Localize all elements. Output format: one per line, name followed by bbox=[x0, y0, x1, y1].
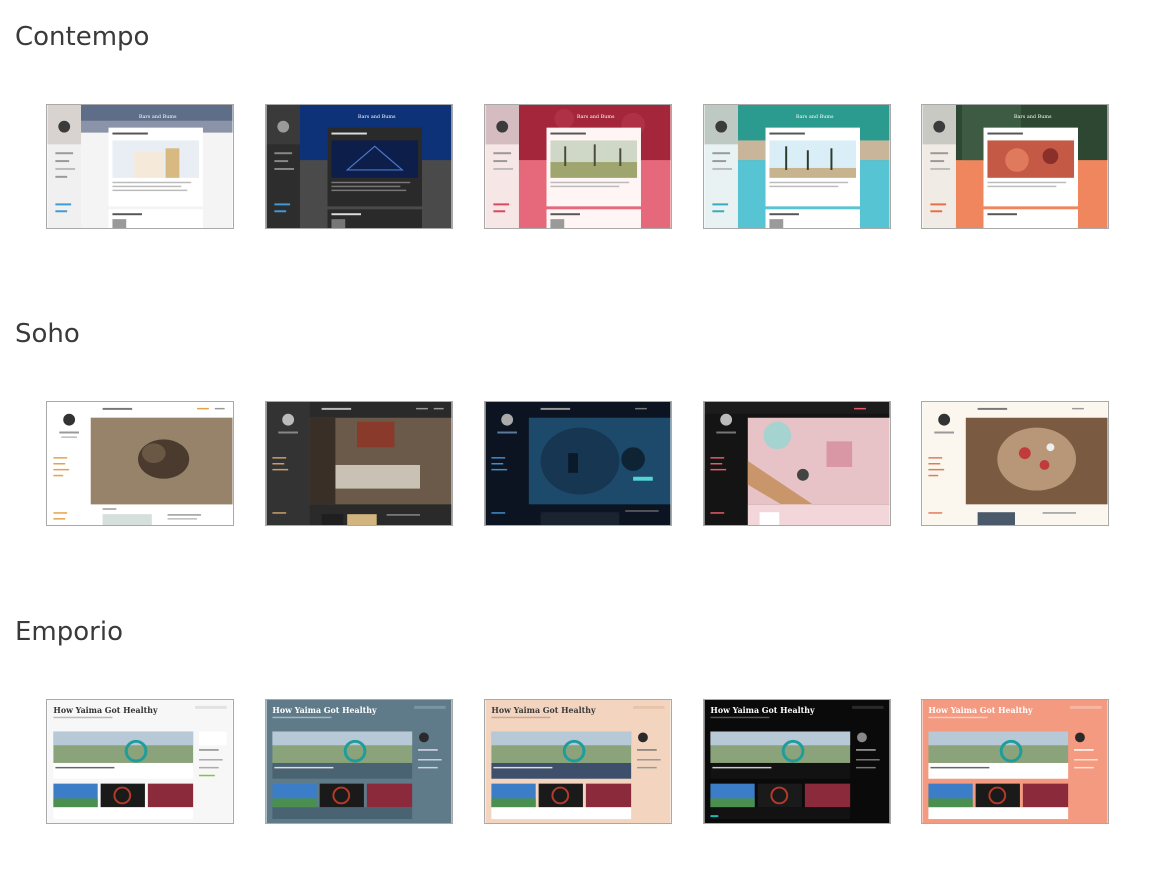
emporio-heading: How Yaima Got Healthy bbox=[928, 706, 1033, 715]
theme-thumbnail-emporio-slate[interactable]: Slate How Yaima Got Healthy bbox=[265, 699, 453, 824]
emporio-heading: How Yaima Got Healthy bbox=[53, 706, 158, 715]
theme-preview: How Yaima Got Healthy bbox=[266, 700, 452, 823]
svg-text:Bars and Bums: Bars and Bums bbox=[577, 114, 615, 120]
theme-row-contempo: Light Bars and Bums bbox=[46, 104, 1114, 232]
svg-text:Bars and Bums: Bars and Bums bbox=[358, 114, 396, 120]
theme-preview: Bars and Bums bbox=[47, 105, 233, 228]
theme-thumbnail-soho-pink[interactable]: Pink bbox=[703, 401, 891, 526]
theme-preview: How Yaima Got Healthy bbox=[47, 700, 233, 823]
svg-text:Bars and Bums: Bars and Bums bbox=[139, 114, 177, 120]
theme-thumbnail-contempo-coral[interactable]: Coral Bars and Bums bbox=[921, 104, 1109, 229]
theme-preview: How Yaima Got Healthy bbox=[922, 700, 1108, 823]
theme-preview bbox=[266, 402, 452, 525]
theme-thumbnail-soho-light[interactable]: Light bbox=[46, 401, 234, 526]
theme-row-emporio: Light How Yaima Got Healthy Slate bbox=[46, 699, 1114, 827]
theme-preview bbox=[922, 402, 1108, 525]
theme-thumbnail-emporio-coral[interactable]: Coral How Yaima Got Healthy bbox=[921, 699, 1109, 824]
theme-thumbnail-contempo-red[interactable]: Red Bars and Bums bbox=[484, 104, 672, 229]
section-title-contempo: Contempo bbox=[15, 22, 150, 52]
emporio-heading: How Yaima Got Healthy bbox=[710, 706, 815, 715]
svg-text:Bars and Bums: Bars and Bums bbox=[796, 114, 834, 120]
theme-thumbnail-contempo-light[interactable]: Light Bars and Bums bbox=[46, 104, 234, 229]
theme-thumbnail-soho-cream[interactable]: Cream bbox=[921, 401, 1109, 526]
theme-preview: Bars and Bums bbox=[266, 105, 452, 228]
theme-preview: Bars and Bums bbox=[704, 105, 890, 228]
theme-thumbnail-soho-night[interactable]: Night bbox=[484, 401, 672, 526]
theme-preview bbox=[704, 402, 890, 525]
theme-preview bbox=[485, 402, 671, 525]
svg-text:Bars and Bums: Bars and Bums bbox=[1014, 114, 1052, 120]
theme-preview: How Yaima Got Healthy bbox=[485, 700, 671, 823]
theme-thumbnail-contempo-dark[interactable]: Dark Bars and Bums bbox=[265, 104, 453, 229]
theme-preview: Bars and Bums bbox=[485, 105, 671, 228]
theme-thumbnail-emporio-black[interactable]: Black How Yaima Got Healthy bbox=[703, 699, 891, 824]
theme-thumbnail-emporio-light[interactable]: Light How Yaima Got Healthy bbox=[46, 699, 234, 824]
theme-preview bbox=[47, 402, 233, 525]
theme-preview: How Yaima Got Healthy bbox=[704, 700, 890, 823]
theme-row-soho: Light Dark bbox=[46, 401, 1114, 529]
theme-thumbnail-emporio-peach[interactable]: Peach How Yaima Got Healthy bbox=[484, 699, 672, 824]
section-title-soho: Soho bbox=[15, 319, 80, 349]
theme-preview: Bars and Bums bbox=[922, 105, 1108, 228]
theme-thumbnail-contempo-aqua[interactable]: Aqua Bars and Bums bbox=[703, 104, 891, 229]
theme-thumbnail-soho-dark[interactable]: Dark bbox=[265, 401, 453, 526]
section-title-emporio: Emporio bbox=[15, 617, 123, 647]
emporio-heading: How Yaima Got Healthy bbox=[491, 706, 596, 715]
emporio-heading: How Yaima Got Healthy bbox=[272, 706, 377, 715]
